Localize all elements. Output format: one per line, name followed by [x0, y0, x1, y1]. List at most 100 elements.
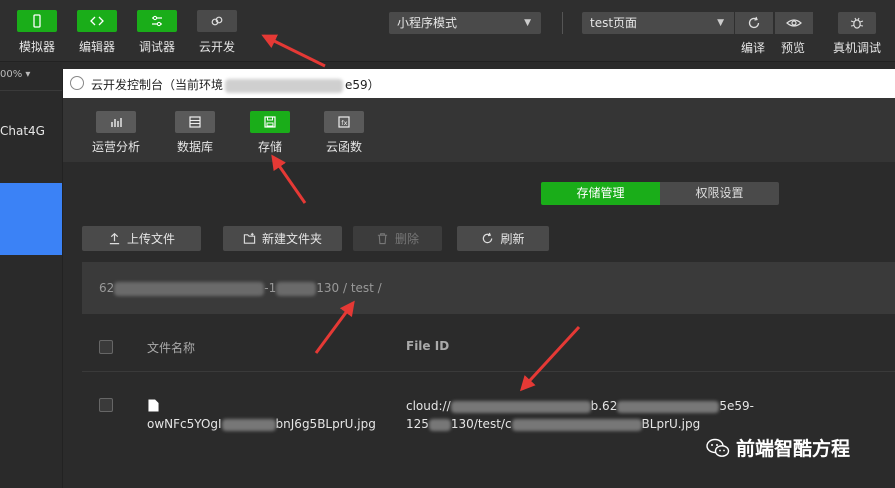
database-icon [175, 111, 215, 133]
tab-database[interactable]: 数据库 [165, 111, 225, 155]
breadcrumb-part-1: 62 [99, 281, 115, 295]
wechat-icon [706, 438, 730, 457]
title-prefix: 云开发控制台（当前环境 [91, 78, 224, 92]
file-icon [148, 399, 159, 412]
refresh-icon [483, 232, 493, 244]
simulator-button[interactable]: 模拟器 [14, 10, 60, 55]
bug-icon [850, 17, 864, 29]
page-select-value: test页面 [590, 16, 638, 30]
file-name[interactable]: owNFc5YOgI bnJ6g5BLprU.jpg [147, 416, 376, 433]
redacted-file-id-c [428, 418, 451, 431]
cloud-console-window: 云开发控制台（当前环境 e59） 运营分析 数据库 存储 fx 云函数 存储管理… [62, 69, 895, 488]
remote-debug-button[interactable] [838, 12, 876, 34]
file-name-start: owNFc5YOgI [147, 417, 222, 431]
file-id-line-1-end: 5e59- [719, 399, 754, 413]
cloud-dev-button[interactable]: 云开发 [194, 10, 240, 55]
tab-storage[interactable]: 存储 [240, 111, 300, 155]
tab-storage-label: 存储 [257, 140, 282, 154]
editor-button[interactable]: 编辑器 [74, 10, 120, 55]
cloud-link-icon [197, 10, 237, 32]
remote-debug-label: 真机调试 [833, 41, 882, 55]
column-header-name: 文件名称 [147, 341, 196, 355]
title-suffix: e59） [345, 78, 380, 92]
selected-element-highlight [0, 183, 62, 255]
eye-icon [786, 19, 802, 27]
permission-settings-tab[interactable]: 权限设置 [660, 182, 779, 205]
upload-file-label: 上传文件 [126, 232, 175, 246]
window-title: 云开发控制台（当前环境 e59） [91, 76, 380, 93]
window-titlebar: 云开发控制台（当前环境 e59） [63, 69, 895, 98]
tab-database-label: 数据库 [176, 140, 213, 154]
storage-icon [250, 111, 290, 133]
mode-select[interactable]: 小程序模式 ▼ [389, 12, 541, 34]
upload-file-button[interactable]: 上传文件 [82, 226, 201, 251]
compile-label: 编译 [741, 41, 766, 55]
preview-button[interactable] [775, 12, 813, 34]
table-header: 文件名称 File ID [82, 322, 895, 372]
redacted-file-id-b [617, 400, 720, 413]
zoom-select[interactable]: 00% ▾ [0, 69, 30, 80]
storage-segment-control: 存储管理 权限设置 [541, 182, 779, 205]
debugger-label: 调试器 [138, 40, 175, 54]
delete-label: 删除 [394, 232, 419, 246]
compile-button[interactable] [735, 12, 773, 34]
redacted-file-id-d [511, 418, 642, 431]
redacted-env-id [225, 78, 344, 93]
new-folder-label: 新建文件夹 [261, 232, 322, 246]
toolbar-divider [562, 12, 563, 34]
console-tabs: 运营分析 数据库 存储 fx 云函数 [63, 98, 895, 162]
breadcrumb-part-2: -1 [264, 281, 277, 295]
new-folder-button[interactable]: 新建文件夹 [223, 226, 342, 251]
refresh-button[interactable]: 刷新 [457, 226, 549, 251]
file-id-line-2: 125 130/test/c BLprU.jpg [406, 416, 700, 433]
debugger-button[interactable]: 调试器 [134, 10, 180, 55]
preview-label: 预览 [781, 41, 806, 55]
file-id-line-1-start: cloud:// [406, 399, 451, 413]
file-id-line-1-mid: b.62 [590, 399, 618, 413]
upload-icon [109, 232, 120, 245]
chevron-down-icon: ▼ [524, 18, 531, 28]
editor-label: 编辑器 [78, 40, 115, 54]
tab-cloud-functions-label: 云函数 [325, 140, 362, 154]
file-name-end: bnJ6g5BLprU.jpg [275, 417, 376, 431]
redacted-bucket-suffix [276, 281, 317, 296]
watermark: 前端智酷方程 [706, 434, 850, 461]
phone-icon [17, 10, 57, 32]
tab-analytics-label: 运营分析 [91, 140, 140, 154]
file-id-line-2-mid: 130/test/c [450, 417, 512, 431]
function-icon: fx [324, 111, 364, 133]
redacted-file-id-a [450, 400, 591, 413]
mode-select-value: 小程序模式 [397, 16, 458, 30]
watermark-text: 前端智酷方程 [736, 438, 851, 460]
top-toolbar: 模拟器 编辑器 调试器 云开发 小程序模式 ▼ test页面 ▼ 编译 预览 真… [0, 0, 895, 62]
devtools-window: 模拟器 编辑器 调试器 云开发 小程序模式 ▼ test页面 ▼ 编译 预览 真… [0, 0, 895, 488]
row-checkbox[interactable] [99, 398, 113, 412]
panel-divider [0, 90, 62, 91]
breadcrumb: 62 -1 130 / test / [82, 262, 895, 314]
refresh-label: 刷新 [500, 232, 525, 246]
page-select[interactable]: test页面 ▼ [582, 12, 734, 34]
storage-manage-tab[interactable]: 存储管理 [541, 182, 660, 205]
tab-cloud-functions[interactable]: fx 云函数 [314, 111, 374, 155]
simulator-title: Chat4G [0, 124, 45, 138]
delete-button[interactable]: 删除 [353, 226, 442, 251]
chevron-down-icon: ▼ [717, 18, 724, 28]
svg-text:fx: fx [341, 119, 347, 127]
sliders-icon [137, 10, 177, 32]
file-id-line-1: cloud:// b.62 5e59- [406, 398, 754, 415]
trash-icon [377, 233, 388, 245]
file-id-line-2-end: BLprU.jpg [641, 417, 701, 431]
app-logo-icon [70, 76, 84, 90]
select-all-checkbox[interactable] [99, 340, 113, 354]
simulator-label: 模拟器 [18, 40, 55, 54]
breadcrumb-part-3[interactable]: 130 / test / [316, 281, 381, 295]
tab-analytics[interactable]: 运营分析 [86, 111, 146, 155]
code-icon [77, 10, 117, 32]
file-id-line-2-start: 125 [406, 417, 429, 431]
table-row[interactable]: owNFc5YOgI bnJ6g5BLprU.jpg cloud:// b.62 5e… [82, 373, 895, 481]
refresh-icon [748, 16, 760, 29]
cloud-dev-label: 云开发 [198, 40, 235, 54]
redacted-bucket-id [114, 281, 265, 296]
redacted-file-name [221, 418, 276, 431]
bar-chart-icon [96, 111, 136, 133]
